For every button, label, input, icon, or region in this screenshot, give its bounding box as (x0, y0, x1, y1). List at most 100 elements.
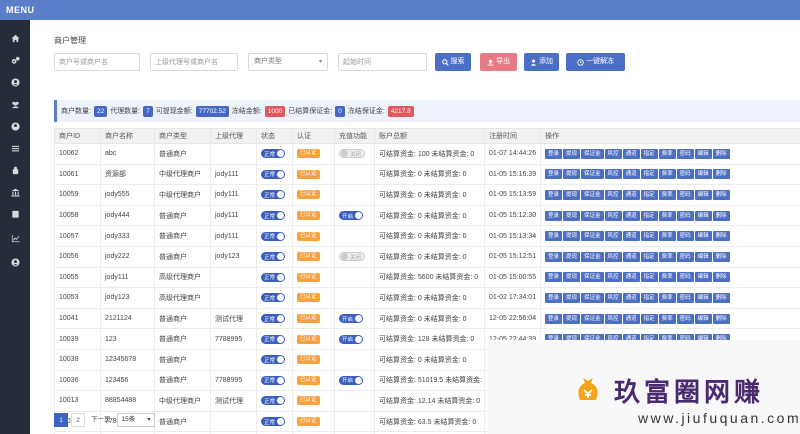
action-button[interactable]: 保证金 (581, 251, 604, 262)
action-button[interactable]: 登录 (545, 251, 563, 262)
action-button[interactable]: 风控 (604, 251, 622, 262)
page-size-select[interactable]: 15条 ▾ (116, 413, 155, 427)
action-button[interactable]: 密码 (676, 292, 694, 303)
action-button[interactable]: 风控 (604, 148, 622, 159)
action-button[interactable]: 登录 (545, 148, 563, 159)
action-button[interactable]: 保证金 (581, 148, 604, 159)
action-button[interactable]: 通道 (622, 292, 640, 303)
status-toggle[interactable]: 正常 (261, 375, 286, 385)
action-button[interactable]: 保证金 (581, 272, 604, 283)
action-button[interactable]: 密码 (676, 169, 694, 180)
action-button[interactable]: 编辑 (694, 251, 712, 262)
menu-label[interactable]: MENU (6, 5, 35, 15)
action-button[interactable]: 登录 (545, 189, 563, 200)
action-button[interactable]: 提现 (563, 231, 581, 242)
action-button[interactable]: 费率 (658, 210, 676, 221)
action-button[interactable]: 风控 (604, 272, 622, 283)
user-circle-icon[interactable] (9, 256, 21, 268)
action-button[interactable]: 密码 (676, 313, 694, 324)
action-button[interactable]: 提现 (563, 210, 581, 221)
action-button[interactable]: 提现 (563, 272, 581, 283)
action-button[interactable]: 风控 (604, 210, 622, 221)
action-button[interactable]: 提现 (563, 313, 581, 324)
action-button[interactable]: 提现 (563, 169, 581, 180)
action-button[interactable]: 通道 (622, 231, 640, 242)
action-button[interactable]: 编辑 (694, 292, 712, 303)
merchant-search-input[interactable] (54, 53, 140, 71)
action-button[interactable]: 编辑 (694, 169, 712, 180)
action-button[interactable]: 费率 (658, 189, 676, 200)
action-button[interactable]: 删除 (712, 231, 730, 242)
action-button[interactable]: 删除 (712, 148, 730, 159)
status-toggle[interactable]: 正常 (261, 355, 286, 365)
action-button[interactable]: 编辑 (694, 313, 712, 324)
action-button[interactable]: 费率 (658, 272, 676, 283)
action-button[interactable]: 保证金 (581, 189, 604, 200)
action-button[interactable]: 保证金 (581, 292, 604, 303)
action-button[interactable]: 删除 (712, 251, 730, 262)
action-button[interactable]: 密码 (676, 272, 694, 283)
action-button[interactable]: 登录 (545, 313, 563, 324)
user-circle-icon[interactable] (9, 76, 21, 88)
action-button[interactable]: 风控 (604, 189, 622, 200)
action-button[interactable]: 指定 (640, 272, 658, 283)
briefcase-icon[interactable] (9, 164, 21, 176)
recharge-toggle[interactable]: 开启 (339, 375, 364, 385)
action-button[interactable]: 指定 (640, 313, 658, 324)
action-button[interactable]: 保证金 (581, 169, 604, 180)
status-toggle[interactable]: 正常 (261, 190, 286, 200)
action-button[interactable]: 删除 (712, 313, 730, 324)
page-2-button[interactable]: 2 (71, 413, 85, 427)
action-button[interactable]: 通道 (622, 169, 640, 180)
ticket-icon[interactable] (9, 208, 21, 220)
action-button[interactable]: 删除 (712, 189, 730, 200)
action-button[interactable]: 编辑 (694, 210, 712, 221)
unfreeze-all-button[interactable]: 一键解冻 (566, 53, 625, 71)
action-button[interactable]: 提现 (563, 189, 581, 200)
action-button[interactable]: 删除 (712, 169, 730, 180)
action-button[interactable]: 登录 (545, 292, 563, 303)
export-button[interactable]: 导出 (480, 53, 517, 71)
action-button[interactable]: 密码 (676, 231, 694, 242)
action-button[interactable]: 登录 (545, 272, 563, 283)
action-button[interactable]: 指定 (640, 231, 658, 242)
action-button[interactable]: 保证金 (581, 210, 604, 221)
action-button[interactable]: 密码 (676, 210, 694, 221)
search-button[interactable]: 搜索 (435, 53, 471, 71)
action-button[interactable]: 风控 (604, 313, 622, 324)
action-button[interactable]: 登录 (545, 231, 563, 242)
merchant-type-select[interactable]: 商户类型 ▾ (248, 53, 328, 71)
status-toggle[interactable]: 正常 (261, 314, 286, 324)
action-button[interactable]: 风控 (604, 231, 622, 242)
action-button[interactable]: 编辑 (694, 231, 712, 242)
action-button[interactable]: 指定 (640, 189, 658, 200)
bank-icon[interactable] (9, 186, 21, 198)
status-toggle[interactable]: 正常 (261, 396, 286, 406)
action-button[interactable]: 保证金 (581, 231, 604, 242)
users-icon[interactable] (9, 98, 21, 110)
page-1-button[interactable]: 1 (54, 413, 68, 427)
status-toggle[interactable]: 正常 (261, 169, 286, 179)
recharge-toggle[interactable]: 关闭 (339, 149, 366, 159)
action-button[interactable]: 提现 (563, 292, 581, 303)
add-button[interactable]: 添加 (524, 53, 559, 71)
action-button[interactable]: 指定 (640, 148, 658, 159)
action-button[interactable]: 风控 (604, 169, 622, 180)
action-button[interactable]: 登录 (545, 169, 563, 180)
action-button[interactable]: 通道 (622, 189, 640, 200)
action-button[interactable]: 指定 (640, 292, 658, 303)
action-button[interactable]: 删除 (712, 210, 730, 221)
action-button[interactable]: 指定 (640, 169, 658, 180)
status-toggle[interactable]: 正常 (261, 334, 286, 344)
status-toggle[interactable]: 正常 (261, 149, 286, 159)
start-time-input[interactable] (338, 53, 427, 71)
gears-icon[interactable] (9, 54, 21, 66)
recharge-toggle[interactable]: 关闭 (339, 252, 366, 262)
action-button[interactable]: 提现 (563, 251, 581, 262)
recharge-toggle[interactable]: 开启 (339, 334, 364, 344)
action-button[interactable]: 指定 (640, 251, 658, 262)
action-button[interactable]: 删除 (712, 272, 730, 283)
next-page-button[interactable]: 下一页 (88, 413, 114, 427)
action-button[interactable]: 密码 (676, 189, 694, 200)
action-button[interactable]: 费率 (658, 251, 676, 262)
